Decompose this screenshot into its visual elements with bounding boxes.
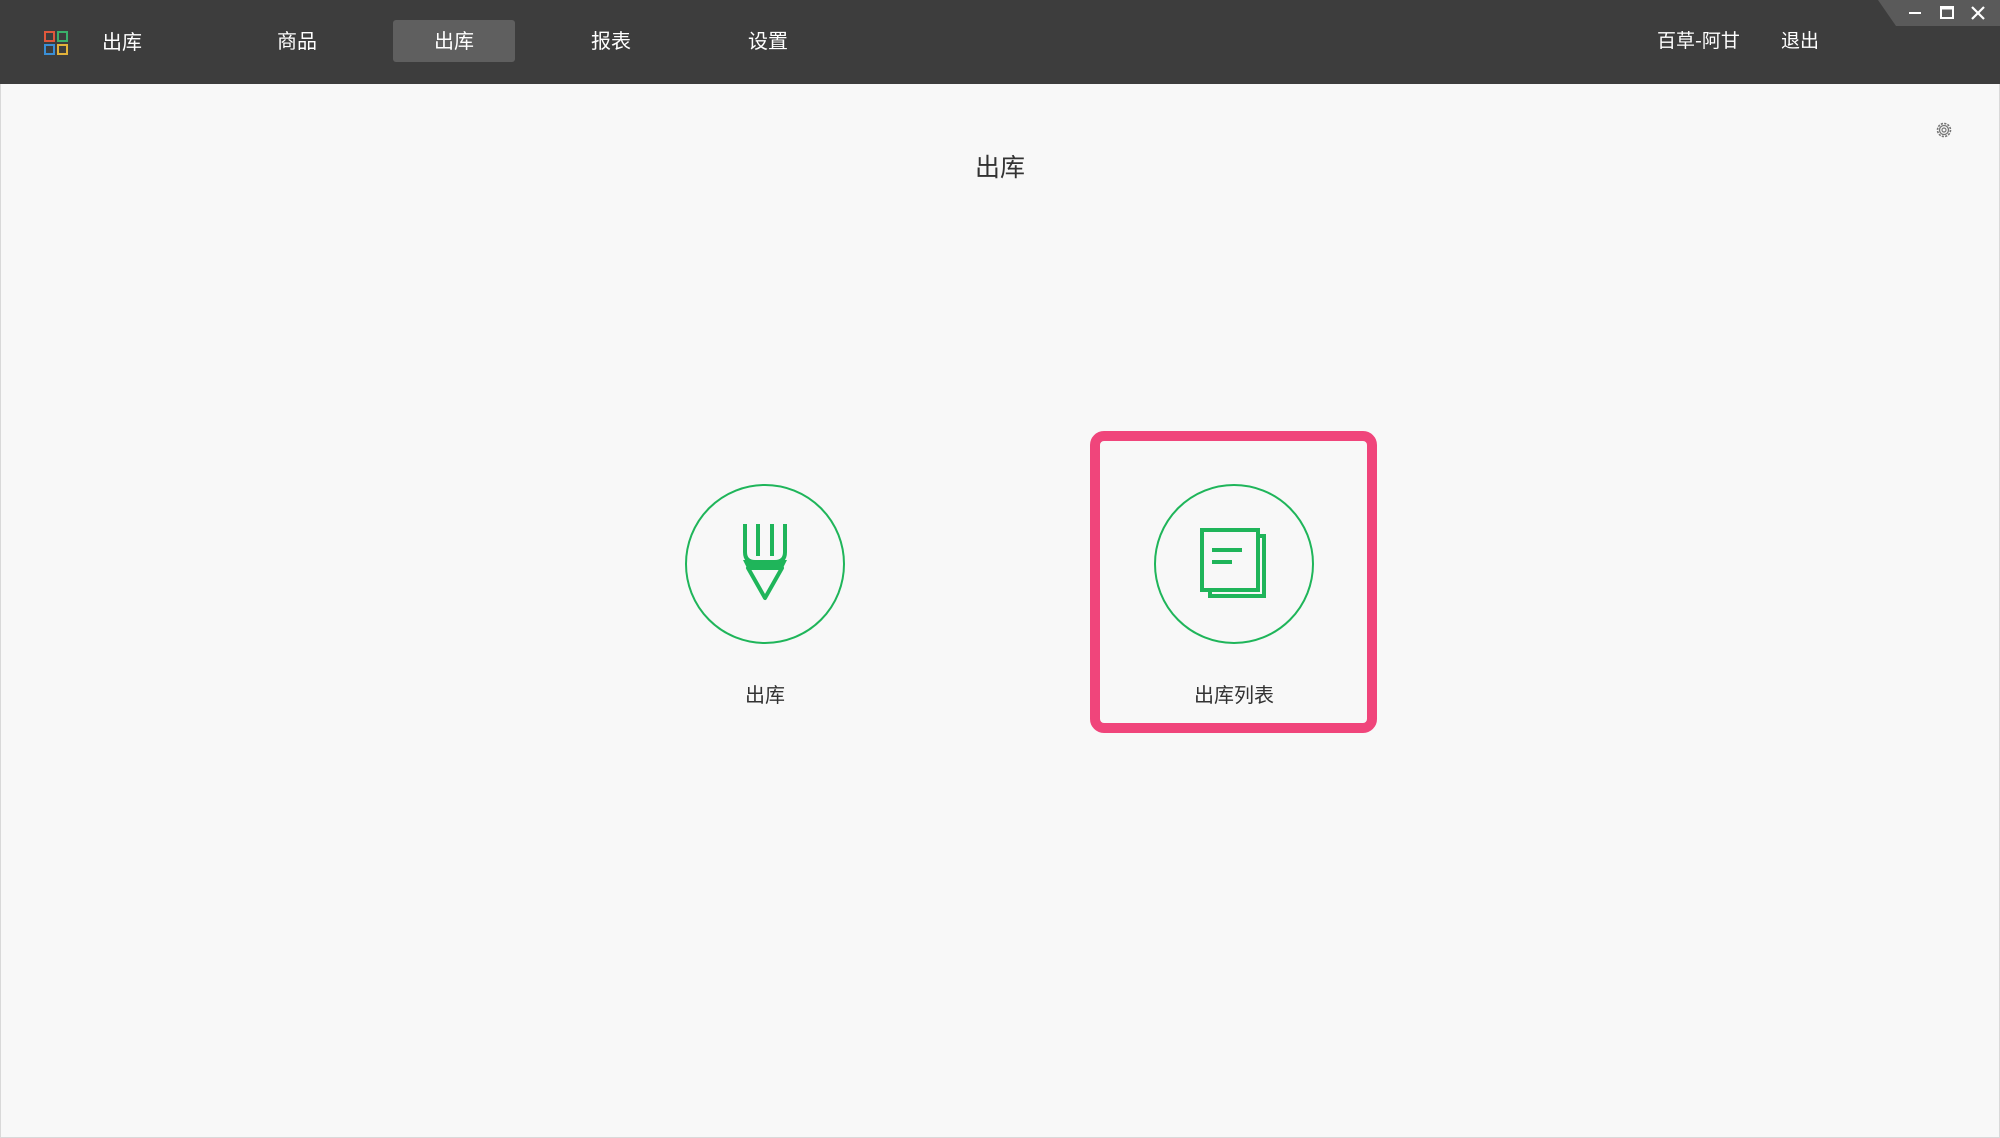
minimize-icon[interactable] bbox=[1903, 2, 1927, 24]
tab-settings[interactable]: 设置 bbox=[707, 20, 829, 62]
page-title: 出库 bbox=[974, 153, 1025, 182]
highlight-box bbox=[1090, 431, 1377, 733]
outbound-tile-circle bbox=[685, 484, 845, 644]
close-icon[interactable] bbox=[1966, 2, 1990, 24]
tab-reports[interactable]: 报表 bbox=[550, 20, 672, 62]
outbound-tile[interactable]: 出库 bbox=[645, 484, 885, 744]
outbound-tile-label: 出库 bbox=[745, 683, 785, 707]
maximize-icon[interactable] bbox=[1935, 2, 1959, 24]
top-navigation-bar: 出库 商品 出库 报表 设置 百草-阿甘 退出 bbox=[0, 0, 2000, 84]
app-grid-icon[interactable] bbox=[44, 31, 68, 55]
logout-link[interactable]: 退出 bbox=[1781, 26, 1819, 56]
tab-products[interactable]: 商品 bbox=[236, 20, 358, 62]
main-content bbox=[0, 84, 2000, 1138]
app-title: 出库 bbox=[102, 30, 142, 54]
user-name: 百草-阿甘 bbox=[1657, 30, 1740, 52]
gear-icon[interactable] bbox=[1934, 120, 1954, 140]
pencil-icon bbox=[743, 524, 787, 600]
tab-outbound[interactable]: 出库 bbox=[393, 20, 515, 62]
